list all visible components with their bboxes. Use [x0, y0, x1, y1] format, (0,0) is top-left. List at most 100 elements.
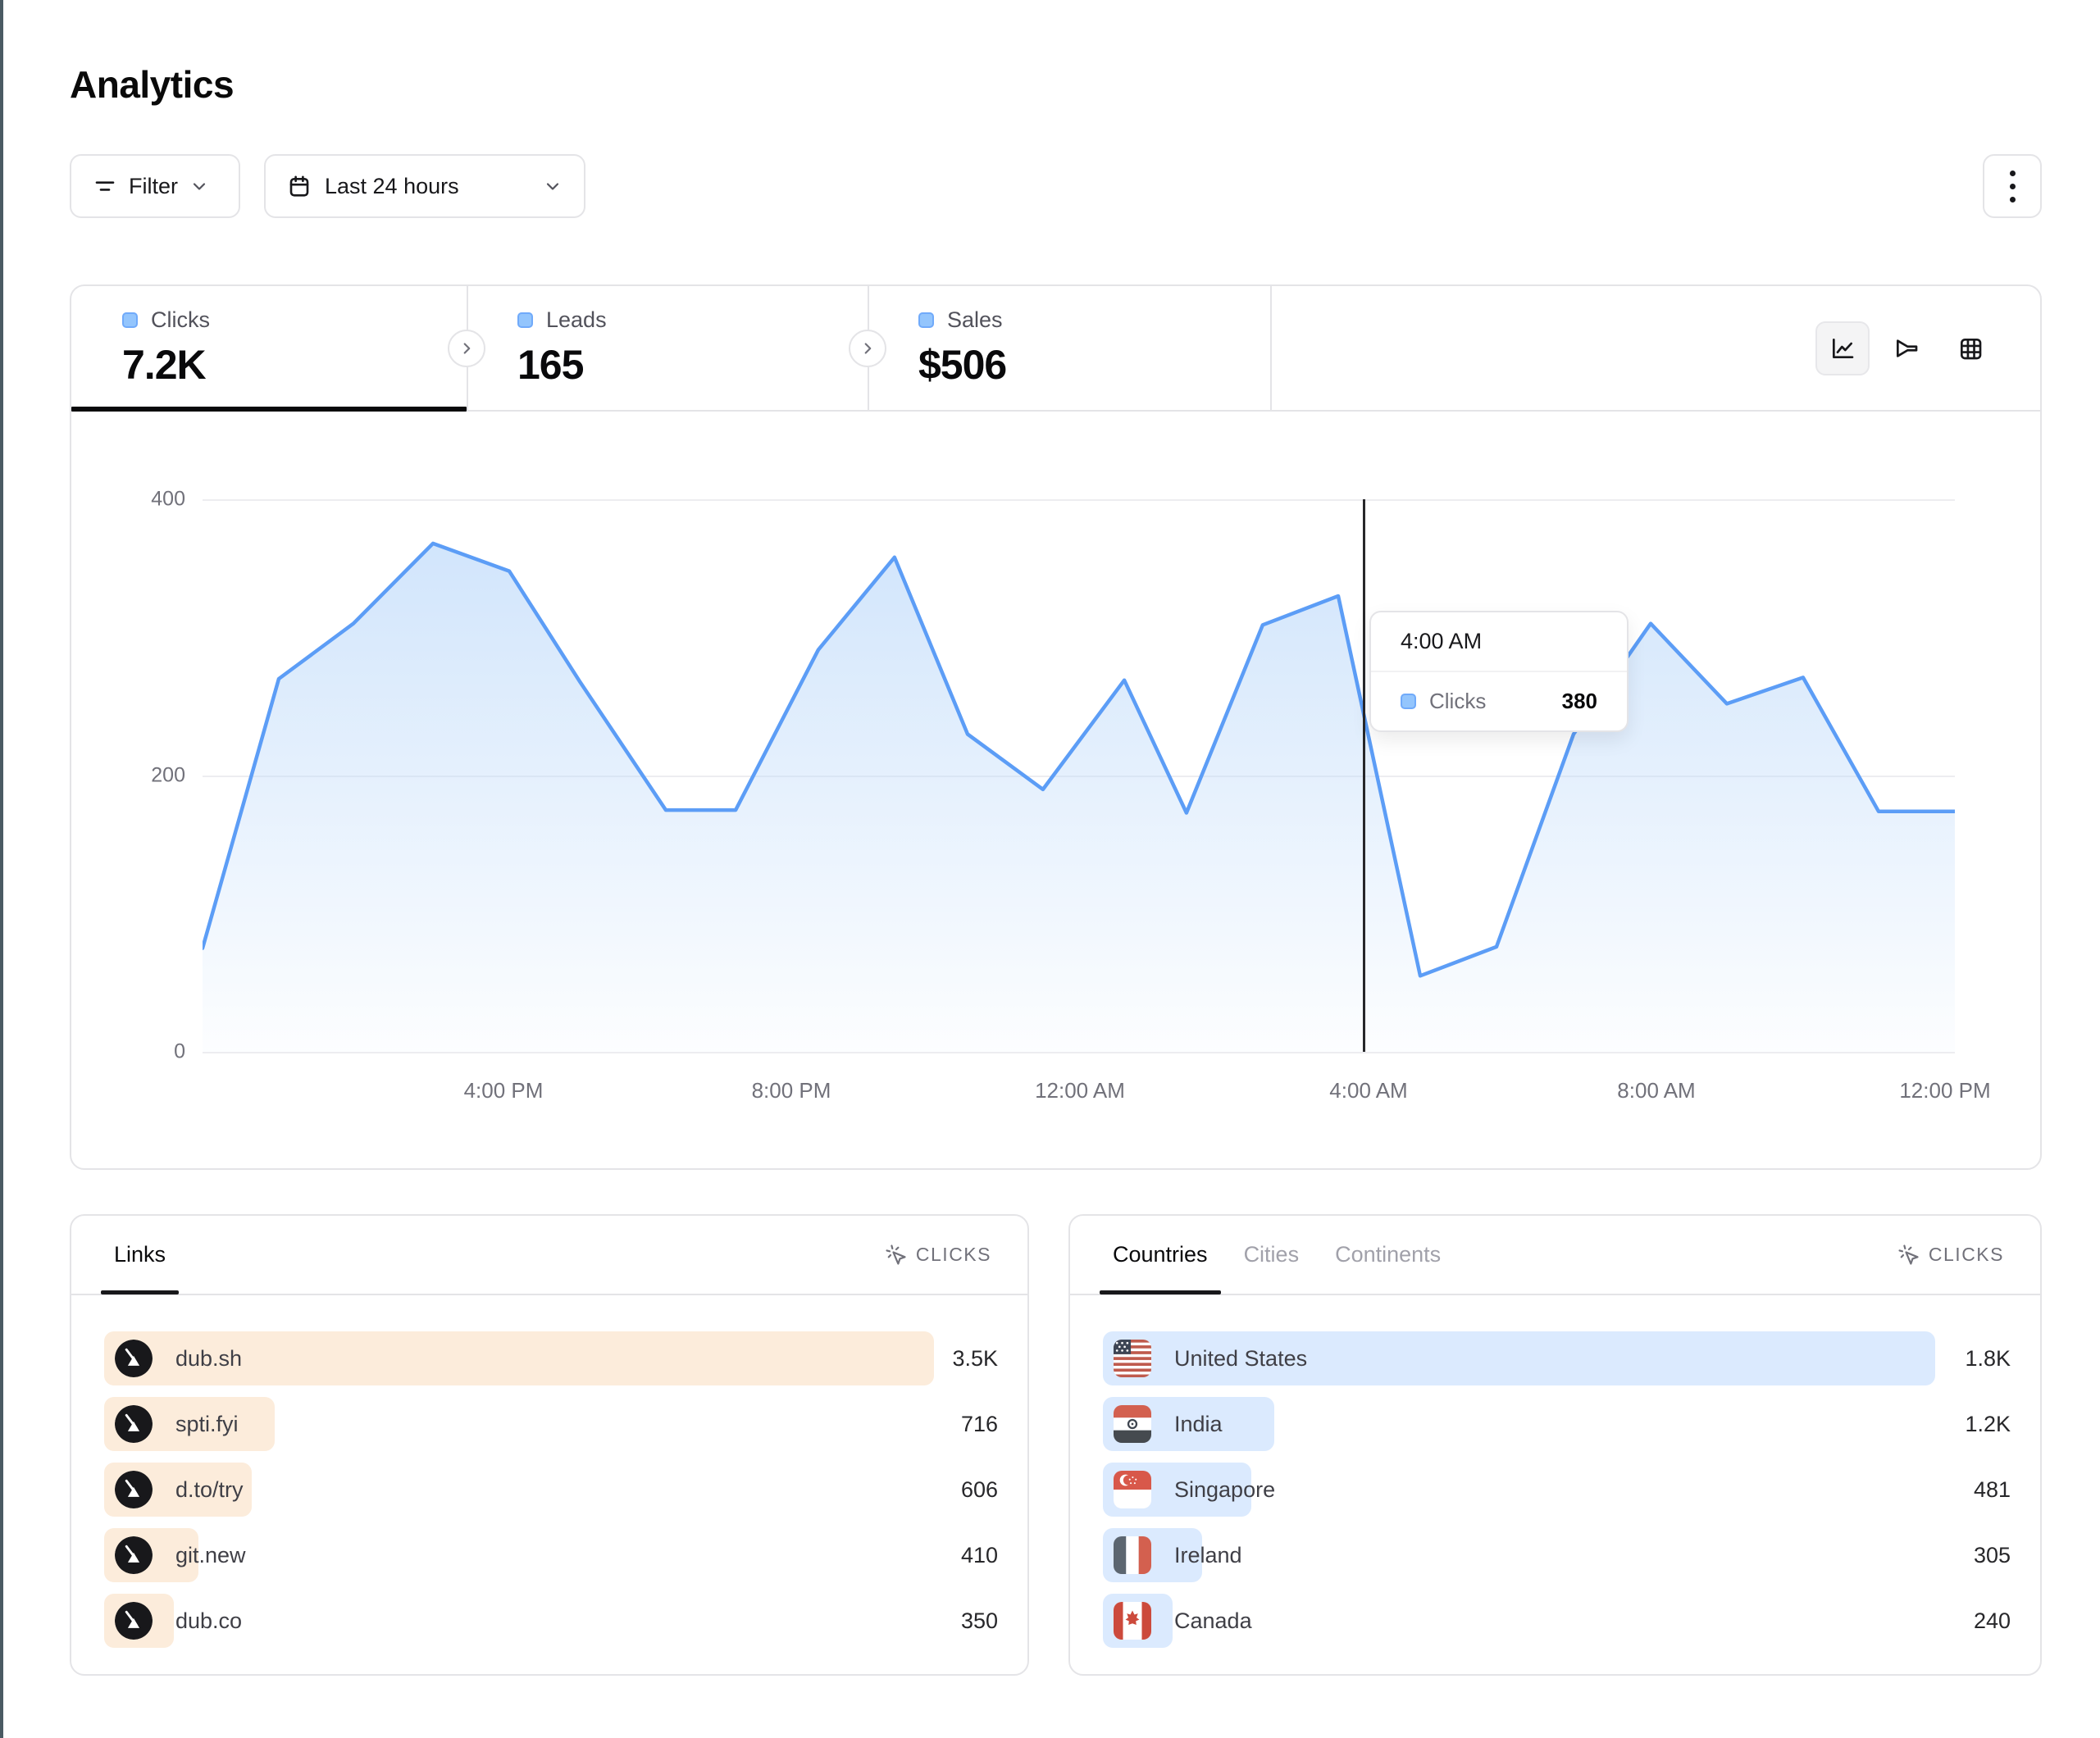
country-row[interactable]: Canada 240	[1103, 1594, 2011, 1648]
date-range-button[interactable]: Last 24 hours	[264, 154, 585, 218]
country-clicks-value: 240	[1974, 1594, 2011, 1648]
country-row[interactable]: Ireland 305	[1103, 1528, 2011, 1582]
chevron-down-icon	[543, 176, 563, 196]
link-row[interactable]: d.to/try606	[104, 1463, 998, 1517]
hover-ruler	[1363, 499, 1365, 1052]
filter-icon	[93, 174, 117, 198]
flag-ie-icon	[1114, 1536, 1151, 1574]
links-panel: Links CLICKS dub.sh 3.5K spti.fyi716 d.to/tr…	[70, 1214, 1029, 1676]
bar-track	[1103, 1397, 1935, 1451]
tab-cities[interactable]: Cities	[1244, 1242, 1300, 1267]
flag-sg-icon	[1114, 1471, 1151, 1508]
flag-in-icon	[1114, 1405, 1151, 1443]
more-options-button[interactable]	[1983, 154, 2042, 218]
metric-toggle[interactable]: CLICKS	[885, 1244, 991, 1267]
chart-tooltip: 4:00 AM Clicks 380	[1369, 611, 1629, 732]
tab-countries[interactable]: Countries	[1113, 1242, 1208, 1267]
stat-tab-leads[interactable]: Leads 165	[467, 286, 868, 410]
leads-bullet-icon	[517, 312, 533, 328]
tab-links[interactable]: Links	[114, 1242, 166, 1267]
country-label: Ireland	[1174, 1543, 1242, 1568]
x-axis-tick-label: 12:00 PM	[1899, 1078, 1990, 1103]
filter-button-label: Filter	[129, 174, 178, 199]
stat-tab-sales[interactable]: Sales$506	[868, 286, 1270, 410]
link-row[interactable]: dub.co350	[104, 1594, 998, 1648]
country-label: Canada	[1174, 1608, 1252, 1634]
countries-panel-header: Countries Cities Continents CLICKS	[1070, 1216, 2040, 1295]
clicks-series	[203, 499, 1955, 1052]
links-panel-header: Links CLICKS	[71, 1216, 1027, 1295]
line-chart-view-button[interactable]	[1815, 321, 1870, 375]
country-label: India	[1174, 1412, 1223, 1437]
link-row[interactable]: git.new 410	[104, 1528, 998, 1582]
active-tab-underline	[71, 407, 467, 412]
country-clicks-value: 305	[1974, 1528, 2011, 1582]
clicks-bullet-icon	[122, 312, 138, 328]
cursor-click-icon	[885, 1244, 908, 1267]
x-axis-tick-label: 12:00 AM	[1035, 1078, 1125, 1103]
link-label: d.to/try	[175, 1477, 244, 1503]
country-clicks-value: 1.8K	[1965, 1331, 2011, 1385]
stat-value: 165	[517, 341, 868, 389]
country-label: Singapore	[1174, 1477, 1275, 1503]
tab-continents[interactable]: Continents	[1335, 1242, 1441, 1267]
tooltip-series-label: Clicks	[1429, 689, 1486, 714]
chart-view-switcher	[1815, 321, 1998, 375]
window-edge-accent	[0, 0, 3, 1738]
chevron-down-icon	[189, 176, 209, 196]
table-grid-view-button[interactable]	[1943, 321, 1998, 375]
stat-label: Leads	[546, 307, 607, 333]
stat-value: 7.2K	[122, 341, 467, 389]
metric-toggle[interactable]: CLICKS	[1897, 1244, 2004, 1267]
dub-logo	[115, 1340, 153, 1377]
y-axis-tick-label: 200	[112, 764, 185, 788]
link-row[interactable]: spti.fyi716	[104, 1397, 998, 1451]
calendar-icon	[287, 174, 312, 198]
expand-stat-chevron-icon[interactable]	[448, 330, 485, 367]
country-row[interactable]: Singapore481	[1103, 1463, 2011, 1517]
country-row[interactable]: United States 1.8K	[1103, 1331, 2011, 1385]
tooltip-time: 4:00 AM	[1371, 612, 1627, 672]
country-label: United States	[1174, 1346, 1307, 1372]
country-clicks-value: 1.2K	[1965, 1397, 2011, 1451]
y-axis-tick-label: 400	[112, 488, 185, 512]
countries-panel: Countries Cities Continents CLICKS United S…	[1068, 1214, 2042, 1676]
clicks-area-chart[interactable]	[203, 499, 1955, 1052]
x-axis-tick-label: 4:00 PM	[464, 1078, 544, 1103]
link-label: git.new	[175, 1543, 246, 1568]
flag-ca-icon	[1114, 1602, 1151, 1640]
stats-header: Clicks 7.2K Leads 165Sales$506	[71, 286, 2040, 412]
gridline	[203, 1052, 1955, 1053]
y-axis-tick-label: 0	[112, 1040, 185, 1064]
analytics-page: Analytics Filter Last 24 hours Clicks 7.2…	[0, 0, 2100, 1738]
link-clicks-value: 716	[961, 1397, 998, 1451]
link-clicks-value: 410	[961, 1528, 998, 1582]
funnel-icon	[1893, 335, 1920, 362]
date-range-label: Last 24 hours	[325, 174, 459, 199]
expand-stat-chevron-icon[interactable]	[849, 330, 886, 367]
link-clicks-value: 3.5K	[952, 1331, 998, 1385]
metric-label: CLICKS	[1929, 1244, 2004, 1266]
stat-tab-clicks[interactable]: Clicks 7.2K	[71, 286, 467, 410]
x-axis-tick-label: 4:00 AM	[1329, 1078, 1407, 1103]
sales-bullet-icon	[918, 312, 934, 328]
page-title: Analytics	[70, 62, 234, 107]
country-row[interactable]: India 1.2K	[1103, 1397, 2011, 1451]
metric-label: CLICKS	[916, 1244, 991, 1266]
countries-rows: United States 1.8K India 1.2K Singapore481 Ir…	[1103, 1331, 2011, 1648]
link-label: dub.sh	[175, 1346, 242, 1372]
kebab-menu-icon	[2010, 171, 2016, 202]
link-row[interactable]: dub.sh 3.5K	[104, 1331, 998, 1385]
stat-label: Clicks	[151, 307, 210, 333]
flag-us-icon	[1114, 1340, 1151, 1377]
link-label: dub.co	[175, 1608, 242, 1634]
clicks-series-bullet	[1401, 694, 1416, 709]
stat-label: Sales	[947, 307, 1003, 333]
cursor-click-icon	[1897, 1244, 1920, 1267]
links-rows: dub.sh 3.5K spti.fyi716 d.to/try606 git.new 4…	[104, 1331, 998, 1648]
tooltip-value: 380	[1562, 689, 1597, 714]
filter-button[interactable]: Filter	[70, 154, 240, 218]
analytics-card: Clicks 7.2K Leads 165Sales$506 4:00 AM Clic…	[70, 284, 2042, 1170]
tab-divider	[1270, 286, 1272, 410]
funnel-view-button[interactable]	[1879, 321, 1934, 375]
